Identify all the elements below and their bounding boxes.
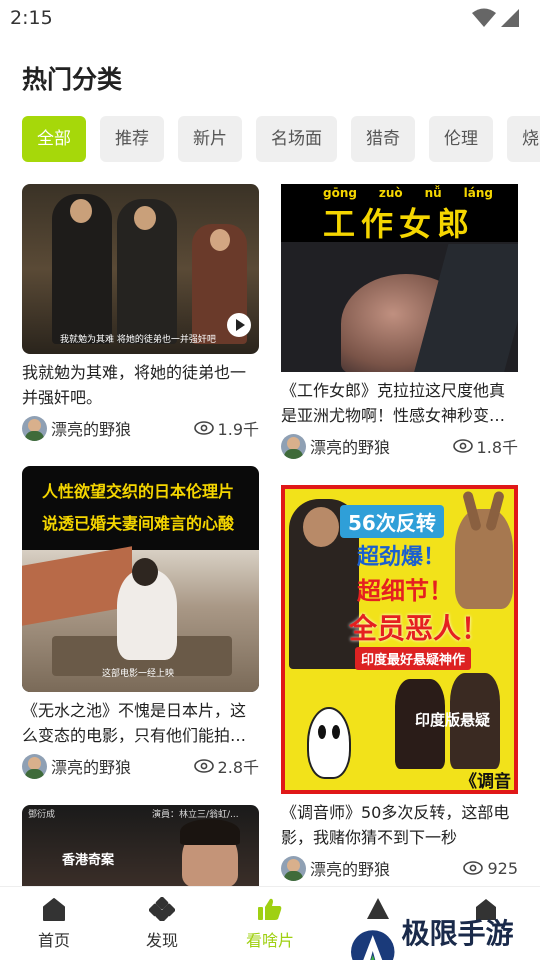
thumbnail-overlay-text: 印度版悬疑 — [415, 711, 491, 729]
view-count-value: 1.9千 — [217, 420, 259, 439]
thumbnail-overlay-text: 人性欲望交织的日本伦理片 — [42, 482, 235, 501]
nav-discover-label: 发现 — [145, 931, 178, 950]
video-meta: 漂亮的野狼 925 — [281, 854, 518, 882]
video-thumbnail[interactable]: 鄧衍成 演員：林立三/翁虹/... 香港奇案 — [22, 805, 259, 886]
video-thumbnail[interactable]: 56次反转 超劲爆！ 超细节！ 全员恶人！ 印度最好悬疑神作 印度版悬疑 《调音 — [281, 485, 518, 794]
thumbnail-overlay-text: 超细节！ — [357, 577, 453, 605]
discover-icon — [148, 896, 176, 923]
view-count-value: 925 — [487, 858, 518, 878]
video-title[interactable]: 《无水之池》不愧是日本片，这么变态的电影，只有他们能拍… — [22, 698, 259, 748]
author-name[interactable]: 漂亮的野狼 — [51, 416, 194, 440]
wifi-icon — [472, 8, 496, 27]
play-icon[interactable] — [227, 313, 251, 337]
signal-icon — [501, 9, 519, 27]
thumbnail-overlay-text: 超劲爆！ — [357, 545, 446, 570]
eye-icon — [463, 861, 484, 875]
tab-ethics[interactable]: 伦理 — [429, 116, 493, 162]
subtitle-text: 我就勉为其难 将她的徒弟也一并强奸吧 — [60, 335, 216, 345]
thumbnail-overlay-text: 鄧衍成 — [28, 810, 56, 820]
view-count-value: 2.8千 — [217, 758, 259, 777]
video-title[interactable]: 《调音师》50多次反转，这部电影，我赌你猜不到下一秒 — [281, 800, 518, 850]
tab-curiosity[interactable]: 猎奇 — [351, 116, 415, 162]
tab-new[interactable]: 新片 — [178, 116, 242, 162]
home-icon — [43, 898, 65, 921]
eye-icon — [193, 759, 214, 773]
avatar[interactable] — [22, 753, 47, 779]
video-card[interactable]: 鄧衍成 演員：林立三/翁虹/... 香港奇案 — [22, 805, 259, 886]
video-thumbnail[interactable]: 人性欲望交织的日本伦理片 说透已婚夫妻间难言的心酸 这部电影一经上映 — [22, 466, 259, 692]
category-tabs: 全部 推荐 新片 名场面 猎奇 伦理烧 — [22, 116, 540, 162]
eye-icon — [193, 421, 214, 435]
thumbnail-overlay-text: 演員：林立三/翁虹/... — [152, 810, 239, 820]
tab-recommended[interactable]: 推荐 — [100, 116, 164, 162]
video-card[interactable]: 人性欲望交织的日本伦理片 说透已婚夫妻间难言的心酸 这部电影一经上映 《无水之池… — [22, 466, 259, 780]
thumbnail-overlay-text: 全员恶人！ — [349, 612, 490, 645]
thumbnail-overlay-text: 香港奇案 — [62, 853, 115, 868]
avatar[interactable] — [281, 433, 306, 459]
thumbnail-overlay-text: 《调音 — [460, 772, 511, 792]
nav-what-to-watch-label: 看啥片 — [245, 931, 294, 950]
avatar[interactable] — [22, 415, 47, 441]
watermark: 极限手游网 — [350, 912, 540, 960]
avatar[interactable] — [281, 855, 306, 881]
video-meta: 漂亮的野狼 2.8千 — [22, 752, 259, 780]
author-name[interactable]: 漂亮的野狼 — [310, 856, 463, 880]
tab-more[interactable]: 烧 — [507, 116, 540, 162]
thumbnail-overlay-text: 印度最好悬疑神作 — [355, 647, 472, 670]
view-count: 1.8千 — [452, 434, 518, 458]
thumbnail-overlay-text: 工作女郎 — [323, 205, 476, 243]
view-count: 2.8千 — [193, 754, 259, 778]
status-icons — [472, 8, 520, 28]
nav-what-to-watch[interactable]: 看啥片 — [220, 897, 320, 951]
pinyin-row: gōng zuò nǚ láng — [323, 186, 493, 200]
video-thumbnail[interactable]: 我就勉为其难 将她的徒弟也一并强奸吧 — [22, 184, 259, 354]
thumbnail-overlay-text: 说透已婚夫妻间难言的心酸 — [42, 514, 235, 533]
video-thumbnail[interactable]: gōng zuò nǚ láng 工作女郎 — [281, 184, 518, 372]
thumbs-up-icon — [258, 898, 282, 920]
video-card[interactable]: 56次反转 超劲爆！ 超细节！ 全员恶人！ 印度最好悬疑神作 印度版悬疑 《调音… — [281, 485, 518, 882]
author-name[interactable]: 漂亮的野狼 — [51, 754, 194, 778]
nav-home-label: 首页 — [37, 931, 70, 950]
tab-all[interactable]: 全部 — [22, 116, 86, 162]
video-title[interactable]: 我就勉为其难，将她的徒弟也一并强奸吧。 — [22, 360, 259, 410]
watermark-logo — [350, 930, 395, 960]
thumbnail-overlay-text: 56次反转 — [340, 505, 444, 538]
view-count-value: 1.8千 — [476, 438, 518, 457]
nav-home[interactable]: 首页 — [4, 897, 104, 951]
video-card[interactable]: gōng zuò nǚ láng 工作女郎 《工作女郎》克拉拉这尺度他真是亚洲尤物啊！… — [281, 184, 518, 460]
nav-discover[interactable]: 发现 — [112, 896, 212, 951]
video-title[interactable]: 《工作女郎》克拉拉这尺度他真是亚洲尤物啊！性感女神秒变… — [281, 378, 518, 428]
view-count: 1.9千 — [193, 416, 259, 440]
status-bar: 2:15 — [0, 0, 540, 36]
watermark-text: 极限手游网 — [401, 917, 514, 960]
status-time: 2:15 — [10, 7, 53, 29]
subtitle-text: 这部电影一经上映 — [102, 669, 175, 679]
view-count: 925 — [463, 859, 518, 878]
tab-famous-scenes[interactable]: 名场面 — [256, 116, 337, 162]
eye-icon — [452, 439, 473, 453]
video-card[interactable]: 我就勉为其难 将她的徒弟也一并强奸吧 我就勉为其难，将她的徒弟也一并强奸吧。 漂… — [22, 184, 259, 442]
video-meta: 漂亮的野狼 1.9千 — [22, 414, 259, 442]
author-name[interactable]: 漂亮的野狼 — [310, 434, 453, 458]
video-meta: 漂亮的野狼 1.8千 — [281, 432, 518, 460]
page-title: 热门分类 — [22, 65, 123, 94]
